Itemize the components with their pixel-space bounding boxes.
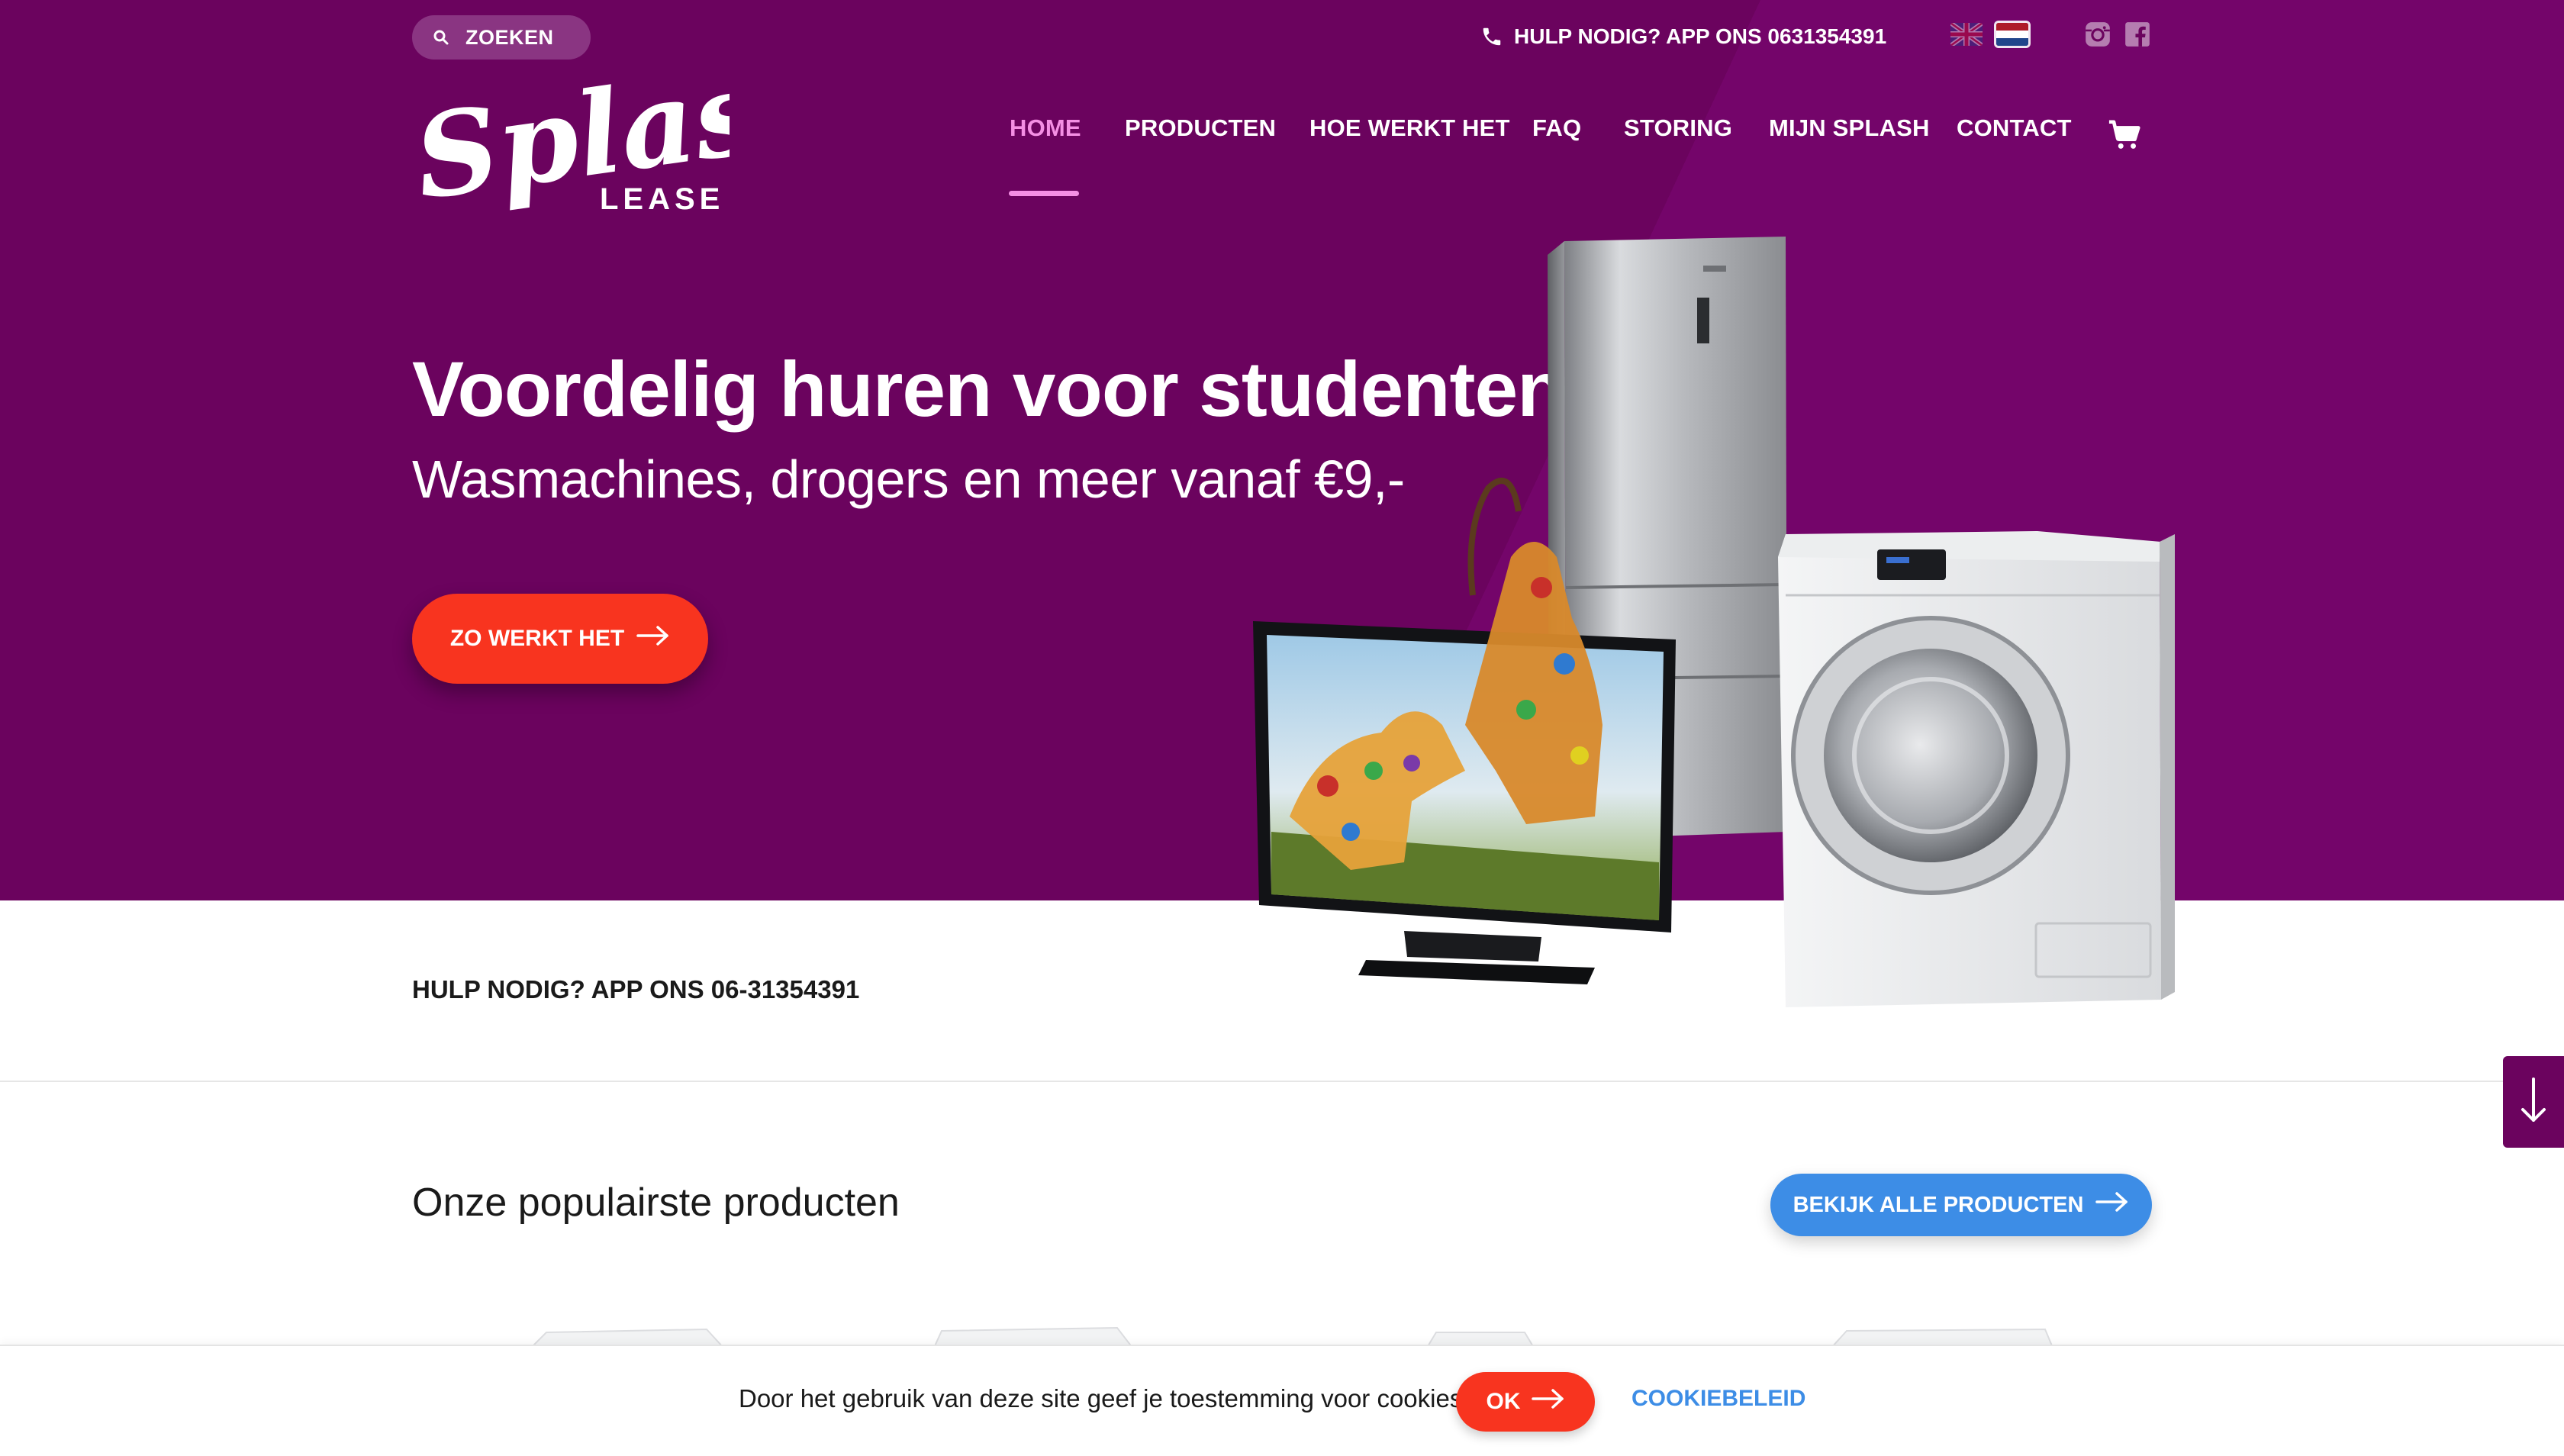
arrow-right-icon [2095,1191,2129,1219]
search-icon [427,24,455,51]
section-divider [0,1081,2564,1082]
cart-icon[interactable] [2108,118,2143,153]
all-products-button[interactable]: BEKIJK ALLE PRODUCTEN [1770,1174,2152,1236]
appliances-illustration [1236,237,2175,1023]
logo-sub-text: LEASE [600,182,724,216]
cookie-ok-button[interactable]: OK [1456,1372,1595,1432]
nav-item-hoe-werkt-het[interactable]: HOE WERKT HET [1309,114,1510,142]
search-button[interactable]: ZOEKEN [412,15,591,60]
nav-item-home[interactable]: HOME [1010,114,1081,142]
splash-lease-logo[interactable]: Splash LEASE [407,34,849,226]
cookie-bar: Door het gebruik van deze site geef je t… [0,1345,2564,1456]
nav-item-mijn-splash[interactable]: MIJN SPLASH [1769,114,1930,142]
nav-item-contact[interactable]: CONTACT [1957,114,2072,142]
facebook-icon[interactable] [2123,20,2152,49]
products-section-title: Onze populairste producten [412,1181,900,1225]
nav-item-storing[interactable]: STORING [1624,114,1732,142]
nav-active-indicator [1009,191,1079,196]
search-label: ZOEKEN [465,25,554,49]
cookie-text: Door het gebruik van deze site geef je t… [739,1384,1470,1413]
arrow-right-icon [1531,1388,1565,1416]
help-strip-text: HULP NODIG? APP ONS 06-31354391 [412,975,860,1003]
cookie-ok-label: OK [1486,1389,1521,1414]
cta-label: ZO WERKT HET [449,626,625,651]
top-help-link[interactable]: HULP NODIG? APP ONS 0631354391 [1480,21,1886,52]
washing-machine [1778,531,2175,1007]
cookie-policy-link[interactable]: COOKIEBELEID [1631,1386,1805,1412]
nav-item-faq[interactable]: FAQ [1532,114,1581,142]
instagram-icon[interactable] [2083,20,2112,49]
scroll-down-button[interactable] [2503,1056,2564,1148]
zo-werkt-het-button[interactable]: ZO WERKT HET [412,594,708,684]
arrow-down-icon [2518,1076,2549,1129]
nl-flag-icon[interactable] [1996,23,2028,46]
all-products-label: BEKIJK ALLE PRODUCTEN [1793,1192,2084,1217]
phone-icon [1480,24,1506,50]
uk-flag-icon[interactable] [1950,23,1983,46]
arrow-right-icon [636,625,670,652]
nav-item-producten[interactable]: PRODUCTEN [1125,114,1276,142]
top-help-text: HULP NODIG? APP ONS 0631354391 [1514,24,1887,48]
